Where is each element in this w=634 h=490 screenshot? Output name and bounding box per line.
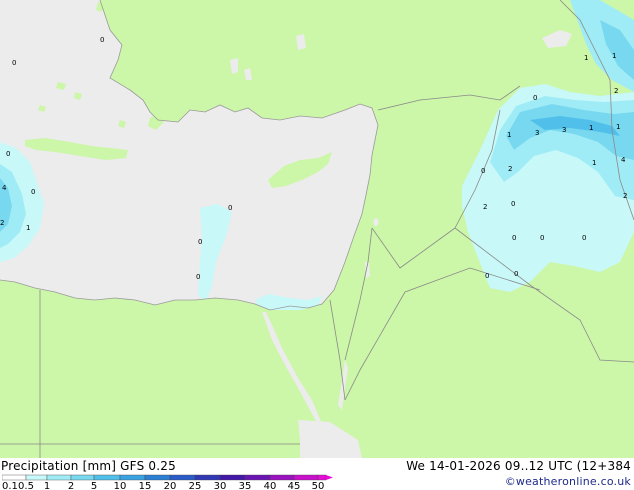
map-value: 4 — [2, 184, 7, 192]
legend-tick-label: 40 — [264, 481, 277, 490]
legend-tick-label: 1 — [44, 481, 50, 490]
legend-labels: 0.1 0.5 1 2 5 10 15 20 25 30 35 40 45 50 — [2, 481, 324, 490]
map-value: 0 — [533, 94, 537, 102]
sea-of-galilee — [373, 218, 379, 226]
map-value: 4 — [621, 156, 626, 164]
map-value: 2 — [614, 87, 618, 95]
legend-tick-label: 30 — [214, 481, 227, 490]
map-value: 1 — [507, 131, 511, 139]
map-value: 0 — [196, 273, 200, 281]
precipitation-map: 1 1 0 1 2 2 0 1 3 3 1 1 4 2 0 2 0 0 0 0 … — [0, 0, 634, 458]
legend-tick-label: 0.5 — [18, 481, 34, 490]
legend-tick-label: 20 — [164, 481, 177, 490]
map-value: 3 — [562, 126, 566, 134]
legend-tick-label: 10 — [114, 481, 127, 490]
legend-color-bin — [219, 474, 246, 481]
map-value: 3 — [535, 129, 539, 137]
map-value: 0 — [485, 272, 489, 280]
map-value: 0 — [540, 234, 544, 242]
map-value: 1 — [592, 159, 596, 167]
legend-color-bin — [25, 474, 48, 481]
map-value: 2 — [623, 192, 627, 200]
legend-color-bin — [269, 474, 295, 481]
map-value: 1 — [612, 52, 616, 60]
map-value: 0 — [514, 270, 518, 278]
legend-colorbar — [2, 474, 333, 481]
map-value: 0 — [31, 188, 35, 196]
legend-color-bin — [46, 474, 72, 481]
legend-arrow — [326, 475, 333, 480]
map-footer: Precipitation [mm] GFS 0.25 We 14-01-202… — [0, 458, 634, 490]
map-value: 0 — [511, 200, 515, 208]
legend-color-bin — [119, 474, 146, 481]
map-value: 2 — [483, 203, 487, 211]
map-title: Precipitation [mm] GFS 0.25 — [1, 459, 176, 473]
legend-tick-label: 35 — [239, 481, 252, 490]
legend-color-bin — [169, 474, 196, 481]
legend-tick-label: 45 — [288, 481, 301, 490]
legend-color-bin — [144, 474, 171, 481]
map-value: 0 — [512, 234, 516, 242]
legend-tick-label: 5 — [91, 481, 97, 490]
legend-scale: 0.1 0.5 1 2 5 10 15 20 25 30 35 40 45 50 — [2, 474, 333, 490]
legend-color-bin — [93, 474, 121, 481]
legend-tick-label: 0.1 — [2, 481, 18, 490]
weather-map-panel: 1 1 0 1 2 2 0 1 3 3 1 1 4 2 0 2 0 0 0 0 … — [0, 0, 634, 490]
legend-tick-label: 25 — [189, 481, 202, 490]
legend-color-bin — [244, 474, 271, 481]
legend-color-bin — [2, 474, 27, 481]
legend-color-bin — [70, 474, 95, 481]
map-value: 1 — [26, 224, 30, 232]
map-credit: ©weatheronline.co.uk — [504, 475, 631, 488]
map-value: 0 — [228, 204, 232, 212]
map-value: 1 — [589, 124, 593, 132]
map-datetime: We 14-01-2026 09..12 UTC (12+384 — [406, 459, 631, 473]
map-value: 1 — [616, 123, 620, 131]
map-value: 2 — [0, 219, 4, 227]
legend-tick-label: 2 — [68, 481, 74, 490]
legend-color-bin — [317, 474, 327, 481]
legend-tick-label: 15 — [139, 481, 152, 490]
map-value: 0 — [582, 234, 586, 242]
map-value: 0 — [481, 167, 485, 175]
legend-tick-label: 50 — [312, 481, 325, 490]
map-value: 0 — [198, 238, 202, 246]
map-value: 0 — [6, 150, 10, 158]
legend-color-bin — [194, 474, 221, 481]
map-value: 0 — [100, 36, 104, 44]
legend-color-bin — [293, 474, 319, 481]
map-value: 2 — [508, 165, 512, 173]
map-value: 0 — [12, 59, 16, 67]
map-value: 1 — [584, 54, 588, 62]
